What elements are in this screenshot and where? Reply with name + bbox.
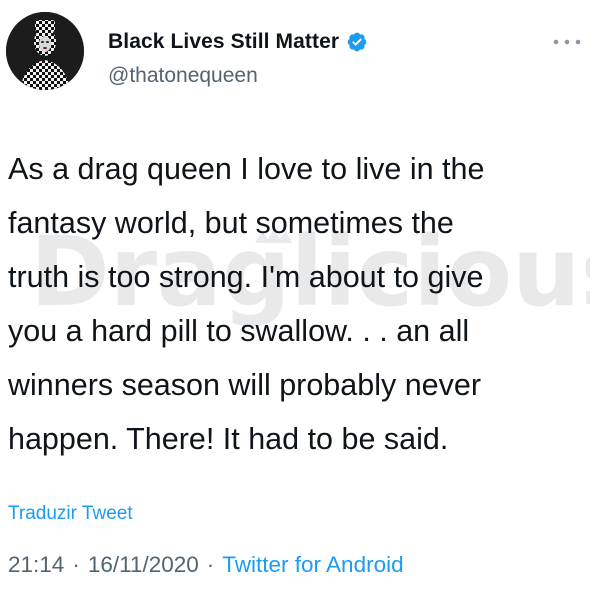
- display-name[interactable]: Black Lives Still Matter: [108, 30, 339, 54]
- user-handle[interactable]: @thatonequeen: [108, 64, 258, 88]
- display-name-row[interactable]: Black Lives Still Matter: [108, 30, 368, 54]
- tweet-time[interactable]: 21:14: [8, 552, 64, 578]
- tweet-date[interactable]: 16/11/2020: [88, 552, 199, 578]
- tweet-source-link[interactable]: Twitter for Android: [222, 552, 403, 578]
- tweet-card: Black Lives Still Matter @thatonequeen D…: [0, 0, 600, 600]
- tweet-text: As a drag queen I love to live in the fa…: [8, 152, 485, 456]
- tweet-meta: 21:14 · 16/11/2020 · Twitter for Android: [8, 552, 404, 578]
- meta-separator: ·: [206, 552, 215, 577]
- more-horizontal-icon[interactable]: [552, 36, 582, 48]
- avatar[interactable]: [6, 12, 84, 90]
- meta-separator: ·: [72, 552, 80, 577]
- avatar-image: [6, 12, 84, 90]
- verified-badge-icon: [346, 31, 368, 53]
- translate-tweet-link[interactable]: Traduzir Tweet: [8, 503, 133, 525]
